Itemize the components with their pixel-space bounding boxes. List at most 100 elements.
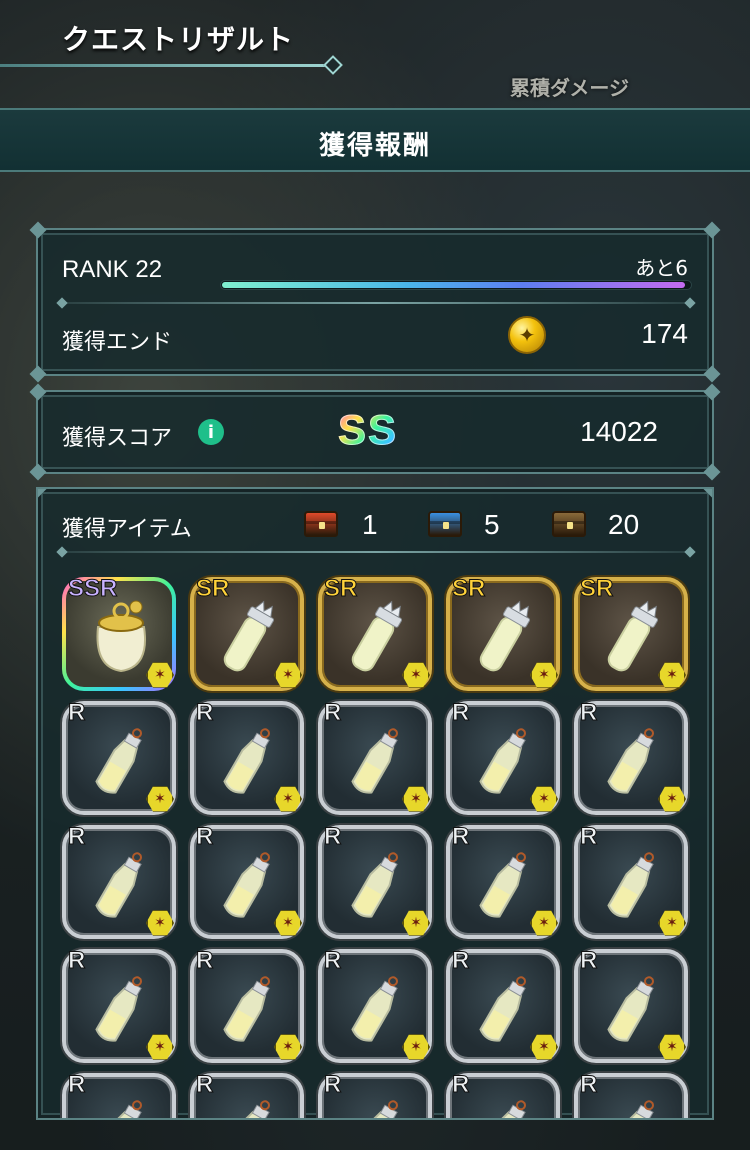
item-slot[interactable]: R✶ [62, 823, 176, 939]
item-slot[interactable]: R✶ [574, 699, 688, 815]
rarity-badge: R [67, 1071, 86, 1099]
potion-bottle-icon [84, 845, 158, 925]
rarity-badge: SR [195, 575, 230, 603]
item-slot[interactable]: R✶ [62, 699, 176, 815]
crystal-vial-icon [596, 597, 670, 677]
rarity-badge: R [451, 823, 470, 851]
reward-bar: 獲得報酬 [0, 108, 750, 172]
items-label: 獲得アイテム [62, 517, 192, 542]
score-value: 14022 [580, 416, 658, 447]
item-slot[interactable]: R✶ [446, 1071, 560, 1118]
potion-bottle-icon [84, 721, 158, 801]
brown-chest-icon [552, 511, 586, 537]
rarity-badge: R [323, 947, 342, 975]
corner-ornament [38, 489, 47, 498]
red-chest-count: 1 [362, 509, 378, 540]
reward-title: 獲得報酬 [318, 131, 431, 161]
divider [62, 551, 690, 553]
divider [62, 302, 690, 304]
header-diamond-icon [323, 55, 343, 75]
rarity-badge: R [451, 1071, 470, 1099]
rarity-badge: R [579, 1071, 598, 1099]
end-value: 174 [641, 318, 688, 349]
rarity-badge: R [323, 823, 342, 851]
end-label: 獲得エンド [62, 330, 173, 355]
item-slot[interactable]: R✶ [318, 947, 432, 1063]
item-slot[interactable]: R✶ [190, 1071, 304, 1118]
divider-dot [684, 297, 696, 309]
item-slot[interactable]: R✶ [190, 823, 304, 939]
potion-bottle-icon [468, 721, 542, 801]
crystal-vial-icon [468, 597, 542, 677]
rank-progress-bar [220, 280, 692, 290]
potion-bottle-icon [212, 969, 286, 1049]
potion-bottle-icon [340, 1093, 414, 1118]
rarity-badge: SR [579, 575, 614, 603]
red-chest-icon [304, 511, 338, 537]
rarity-badge: R [195, 699, 214, 727]
score-panel: 獲得スコア i SS 14022 [29, 383, 721, 481]
potion-bottle-icon [596, 845, 670, 925]
item-slot[interactable]: R✶ [574, 947, 688, 1063]
rarity-badge: R [195, 823, 214, 851]
crystal-vial-icon [212, 597, 286, 677]
rarity-badge: R [579, 947, 598, 975]
item-slot[interactable]: R✶ [62, 947, 176, 1063]
item-slot[interactable]: R✶ [446, 947, 560, 1063]
item-slot[interactable]: R✶ [318, 699, 432, 815]
potion-bottle-icon [468, 1093, 542, 1118]
potion-bottle-icon [340, 969, 414, 1049]
rarity-badge: R [451, 947, 470, 975]
item-slot[interactable]: R✶ [190, 699, 304, 815]
divider-dot [684, 546, 696, 558]
potion-bottle-icon [212, 721, 286, 801]
item-slot[interactable]: R✶ [318, 1071, 432, 1118]
item-slot[interactable]: SR ✶ [318, 575, 432, 691]
crystal-vial-icon [340, 597, 414, 677]
potion-bottle-icon [596, 721, 670, 801]
score-grade: SS [337, 406, 399, 454]
rarity-badge: R [579, 699, 598, 727]
item-slot[interactable]: SSR ✶ [62, 575, 176, 691]
rarity-badge: R [195, 1071, 214, 1099]
potion-bottle-icon [596, 1093, 670, 1118]
page-title: クエストリザルト [62, 23, 295, 56]
rank-label: RANK 22 [62, 256, 163, 283]
rarity-badge: R [451, 699, 470, 727]
coin-icon: ✦ [508, 316, 546, 354]
brown-chest-count: 20 [608, 509, 640, 540]
potion-bottle-icon [468, 969, 542, 1049]
potion-bottle-icon [84, 1093, 158, 1118]
rank-progress-fill [222, 282, 686, 288]
rarity-badge: SR [323, 575, 358, 603]
header: クエストリザルト 累積ダメージ [0, 0, 750, 100]
rarity-badge: R [579, 823, 598, 851]
blue-chest-count: 5 [484, 509, 500, 540]
rarity-badge: SSR [67, 575, 118, 603]
potion-bottle-icon [212, 845, 286, 925]
potion-bottle-icon [468, 845, 542, 925]
item-slot[interactable]: R✶ [446, 823, 560, 939]
corner-ornament [703, 489, 712, 498]
gold-pouch-icon [84, 597, 158, 677]
rank-panel: RANK 22 あと6 獲得エンド ✦ 174 [29, 221, 721, 383]
items-panel: 獲得アイテム 1 5 20 SSR ✶ SR ✶ SR ✶ SR ✶ SR ✶ R ✶ R ✶ R ✶ R ✶ R ✶… [36, 487, 714, 1120]
item-slot[interactable]: R✶ [190, 947, 304, 1063]
item-slot[interactable]: R✶ [62, 1071, 176, 1118]
potion-bottle-icon [340, 721, 414, 801]
divider-dot [56, 297, 68, 309]
item-slot[interactable]: R✶ [318, 823, 432, 939]
item-slot[interactable]: R✶ [574, 823, 688, 939]
rarity-badge: R [323, 1071, 342, 1099]
potion-bottle-icon [212, 1093, 286, 1118]
rarity-badge: R [195, 947, 214, 975]
item-slot[interactable]: SR ✶ [446, 575, 560, 691]
rarity-badge: R [67, 699, 86, 727]
item-slot[interactable]: R✶ [574, 1071, 688, 1118]
item-slot[interactable]: SR ✶ [574, 575, 688, 691]
rarity-badge: R [67, 823, 86, 851]
item-slot[interactable]: R✶ [446, 699, 560, 815]
rarity-badge: R [67, 947, 86, 975]
info-icon[interactable]: i [198, 419, 224, 445]
item-slot[interactable]: SR ✶ [190, 575, 304, 691]
